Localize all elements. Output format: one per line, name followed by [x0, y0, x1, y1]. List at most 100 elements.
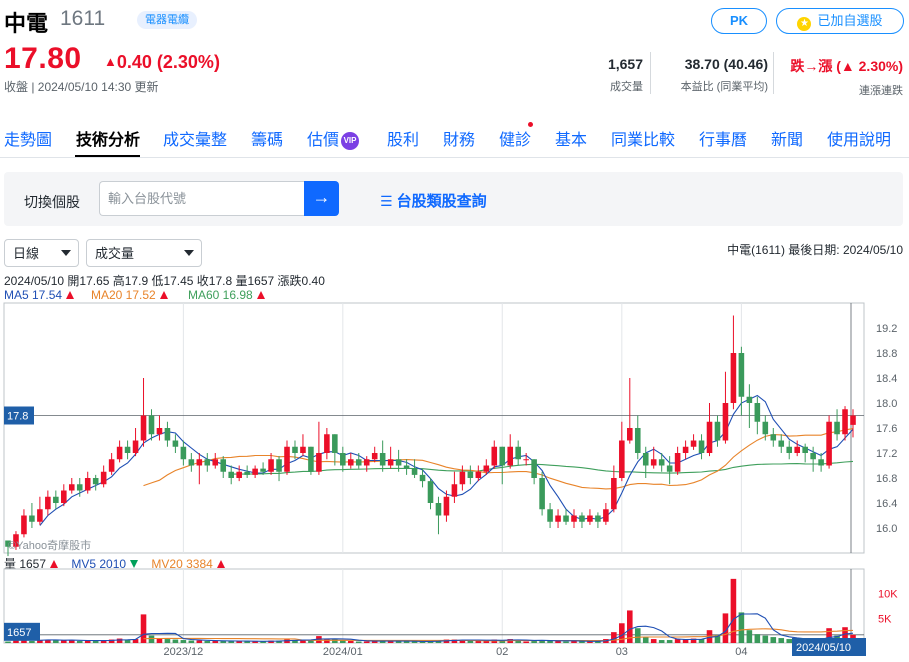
candle-body: [37, 509, 43, 522]
candle-body: [706, 421, 713, 453]
tab-health[interactable]: 健診: [499, 126, 531, 150]
candle-body: [754, 403, 761, 422]
tab-dividend[interactable]: 股利: [387, 126, 419, 150]
candle-body: [778, 440, 785, 447]
stat-value: 1,657: [607, 56, 643, 72]
stock-code: 1611: [60, 7, 106, 30]
candle-body: [172, 440, 179, 447]
volume-bar: [204, 641, 211, 643]
volume-bar: [164, 639, 171, 643]
stat-value: 跌→漲 (▲ 2.30%): [790, 58, 903, 74]
volume-bar: [244, 641, 250, 643]
candle-body: [794, 446, 800, 453]
volume-bar: [124, 640, 131, 643]
candle-body: [539, 478, 545, 510]
volume-bar: [148, 635, 155, 643]
chevron-down-icon: [184, 250, 194, 256]
candle-body: [650, 459, 657, 466]
volume-bar: [563, 641, 569, 643]
nav-tabs: 走勢圖 技術分析 成交彙整 籌碼 估價 VIP 股利 財務 健診 基本 同業比較 …: [0, 126, 909, 158]
volume-bar: [355, 641, 362, 643]
candle-body: [411, 468, 418, 475]
volume-bar: [188, 640, 195, 643]
category-query-link[interactable]: ☰ 台股類股查詢: [380, 190, 487, 211]
tab-technical[interactable]: 技術分析: [76, 126, 140, 150]
update-time: 收盤 | 2024/05/10 14:30 更新: [4, 80, 159, 94]
volume-bar: [778, 638, 785, 643]
add-watchlist-button[interactable]: ★ 已加自選股: [776, 8, 904, 34]
candle-body: [316, 453, 322, 472]
candle-body: [834, 421, 840, 435]
tab-news[interactable]: 新聞: [771, 126, 803, 150]
price-tick-label: 17.2: [876, 448, 897, 460]
volume-bar: [212, 641, 219, 643]
stock-name: 中電: [4, 11, 49, 36]
tab-trade-summary[interactable]: 成交彙整: [163, 126, 227, 150]
price-tick-label: 18.8: [876, 348, 897, 360]
candle-body: [363, 459, 370, 466]
tab-help[interactable]: 使用說明: [827, 126, 891, 150]
current-price-label: 17.8: [7, 411, 28, 423]
candle-body: [260, 468, 266, 472]
candle-body: [61, 490, 67, 503]
category-query-label: 台股類股查詢: [396, 193, 487, 210]
tab-financial[interactable]: 財務: [443, 126, 475, 150]
candle-body: [475, 471, 482, 478]
candle-body: [467, 471, 474, 478]
up-triangle-icon: [159, 291, 168, 299]
candle-body: [611, 478, 617, 510]
volume-bar: [786, 639, 793, 643]
price-tick-label: 19.2: [876, 323, 897, 335]
volume-bar: [682, 639, 689, 643]
tab-trend[interactable]: 走勢圖: [4, 126, 52, 150]
volume-bar: [531, 641, 537, 643]
candle-body: [188, 459, 195, 466]
volume-bar: [347, 641, 354, 643]
candle-body: [196, 459, 203, 466]
candle-body: [531, 459, 537, 478]
price-panel-frame: [3, 302, 865, 554]
tab-basic[interactable]: 基本: [555, 126, 587, 150]
search-submit-button[interactable]: →: [304, 181, 339, 216]
volume-bar: [746, 630, 753, 643]
yahoo-watermark: ©Yahoo奇摩股市: [8, 538, 91, 552]
stock-price: 17.80: [4, 42, 82, 75]
indicator-select-value: 成交量: [95, 246, 135, 261]
candle-body: [395, 459, 402, 466]
star-icon: ★: [797, 17, 812, 31]
indicator-select[interactable]: 成交量: [86, 239, 202, 267]
tab-calendar[interactable]: 行事曆: [699, 126, 747, 150]
up-triangle-icon: [66, 291, 75, 299]
candle-body: [124, 446, 131, 453]
tab-chips[interactable]: 籌碼: [251, 126, 283, 150]
candle-body: [204, 459, 211, 466]
period-select[interactable]: 日線: [4, 239, 79, 267]
candle-body: [244, 471, 250, 475]
candle-body: [387, 459, 394, 466]
candle-body: [571, 515, 577, 522]
ohlc-summary: 2024/05/10 開17.65 高17.9 低17.45 收17.8 量16…: [4, 274, 325, 288]
candle-body: [730, 353, 737, 403]
candle-body: [212, 459, 219, 466]
tab-valuation[interactable]: 估價 VIP: [307, 126, 360, 150]
candle-body: [156, 428, 163, 435]
candle-body: [435, 503, 442, 516]
category-badge[interactable]: 電器電纜: [137, 11, 197, 29]
ma20-line: [143, 428, 854, 490]
stock-code-input[interactable]: [99, 181, 304, 216]
technical-chart[interactable]: 2023/12 2024/01 02 03 04 16.0 16.4 16.8 17.2 17.6…: [0, 300, 909, 662]
volume-bar: [666, 640, 673, 643]
nav-divider: [0, 157, 909, 158]
stat-pe: 38.70 (40.46) 本益比 (同業平均): [681, 56, 768, 94]
price-tick-label: 18.4: [876, 373, 897, 385]
candle-body: [148, 415, 155, 435]
volume-bar: [363, 641, 370, 643]
tab-peer-compare[interactable]: 同業比較: [611, 126, 675, 150]
volume-bar: [642, 637, 649, 643]
candle-body: [842, 409, 848, 435]
pk-button[interactable]: PK: [711, 8, 767, 34]
x-tick-label: 2024/01: [323, 646, 363, 658]
stat-value: 38.70 (40.46): [684, 56, 768, 72]
candle-body: [746, 396, 753, 403]
volume-bar: [754, 634, 761, 643]
